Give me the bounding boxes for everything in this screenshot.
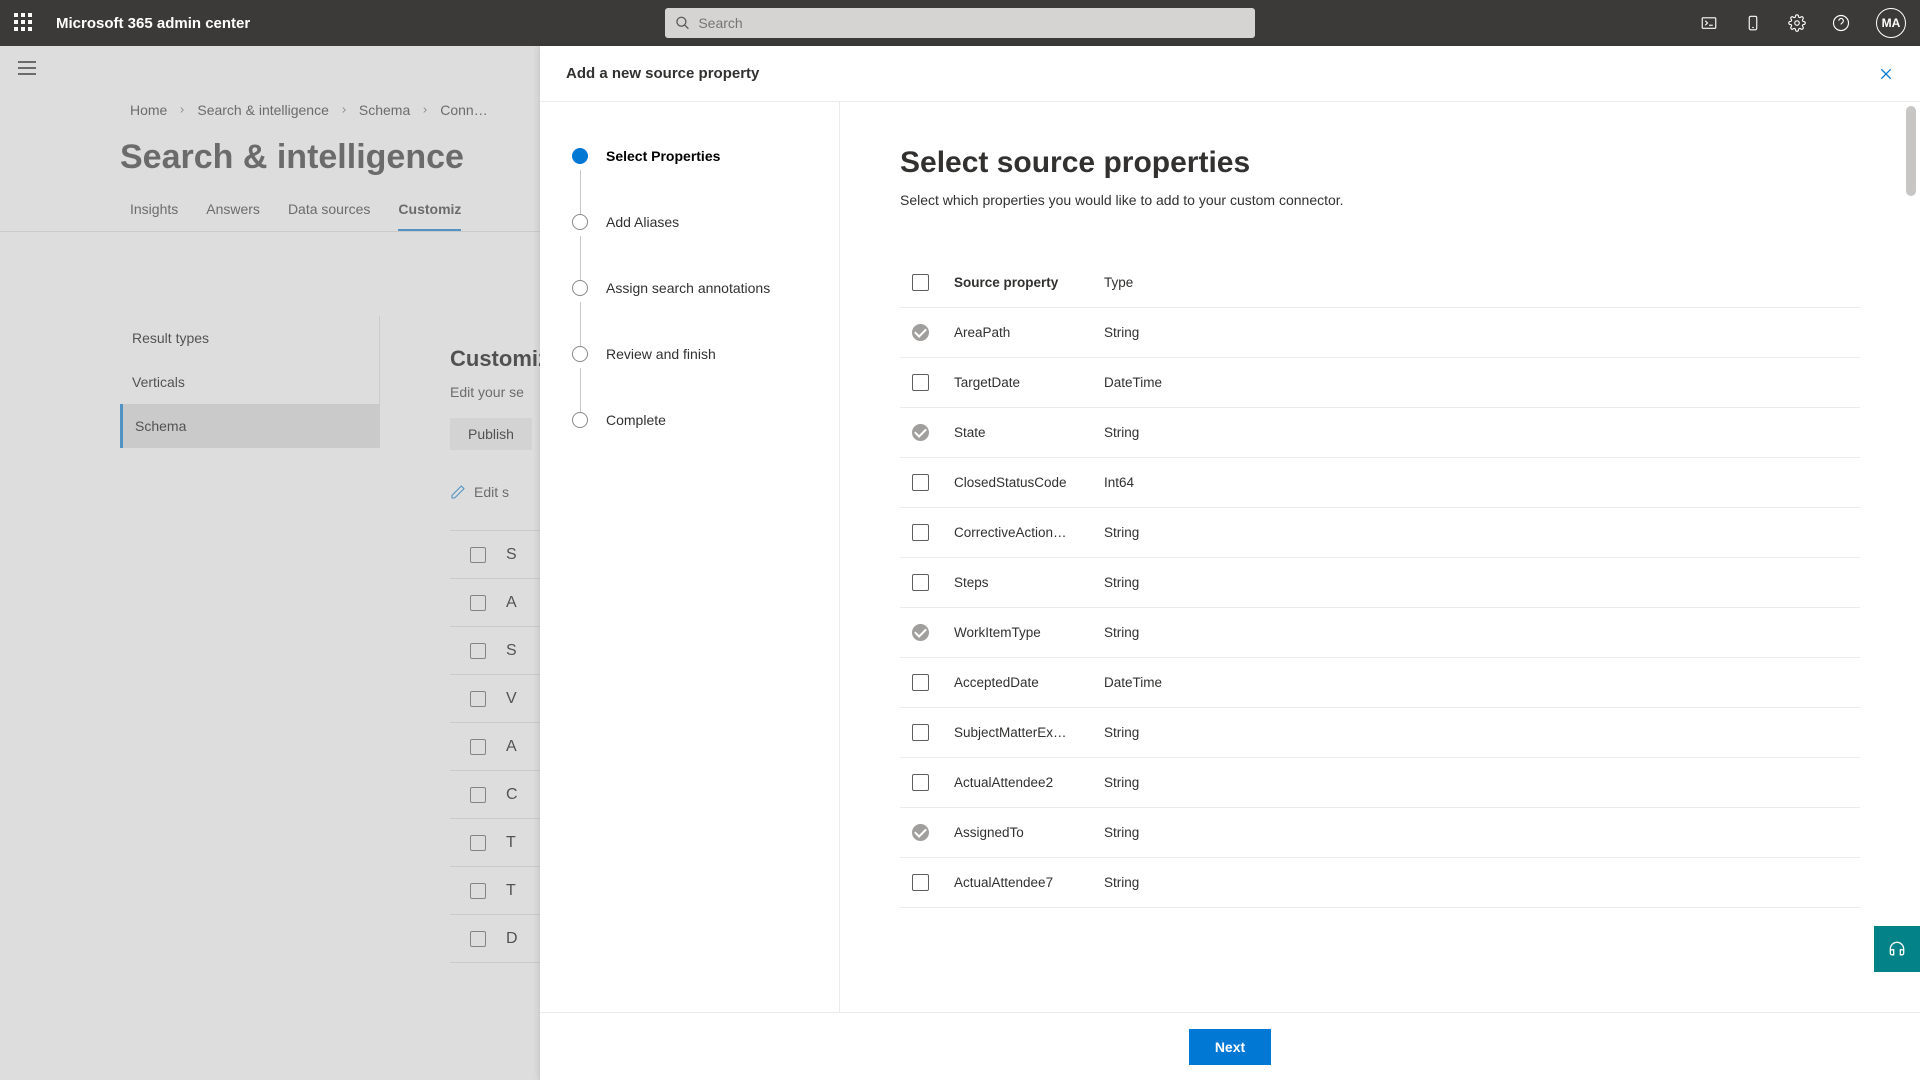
property-type: String [1104, 725, 1860, 740]
step[interactable]: Assign search annotations [572, 280, 807, 296]
table-row[interactable]: CorrectiveAction…String [900, 508, 1860, 558]
property-name: State [954, 425, 1104, 440]
app-title: Microsoft 365 admin center [56, 15, 250, 32]
step-label: Add Aliases [606, 214, 679, 230]
scrollbar[interactable] [1906, 106, 1916, 1012]
property-name: ActualAttendee2 [954, 775, 1104, 790]
step-label: Complete [606, 412, 666, 428]
row-checkbox[interactable] [912, 624, 929, 641]
property-type: String [1104, 825, 1860, 840]
row-checkbox[interactable] [912, 424, 929, 441]
property-name: CorrectiveAction… [954, 525, 1104, 540]
step-label: Assign search annotations [606, 280, 770, 296]
property-name: ActualAttendee7 [954, 875, 1104, 890]
gear-icon[interactable] [1788, 14, 1806, 32]
table-row[interactable]: ActualAttendee2String [900, 758, 1860, 808]
app-launcher-icon[interactable] [14, 13, 34, 33]
property-name: AssignedTo [954, 825, 1104, 840]
property-name: SubjectMatterEx… [954, 725, 1104, 740]
step-dot-icon [572, 214, 588, 230]
panel-main-title: Select source properties [900, 146, 1860, 180]
table-row[interactable]: AssignedToString [900, 808, 1860, 858]
next-button[interactable]: Next [1189, 1029, 1271, 1065]
panel-subtitle: Select which properties you would like t… [900, 192, 1860, 208]
table-row[interactable]: ActualAttendee7String [900, 858, 1860, 908]
step-label: Review and finish [606, 346, 716, 362]
help-icon[interactable] [1832, 14, 1850, 32]
search-icon [675, 15, 690, 31]
table-row[interactable]: AcceptedDateDateTime [900, 658, 1860, 708]
row-checkbox[interactable] [912, 774, 929, 791]
property-name: Steps [954, 575, 1104, 590]
property-type: String [1104, 525, 1860, 540]
close-icon[interactable] [1878, 66, 1894, 82]
property-type: Int64 [1104, 475, 1860, 490]
property-type: String [1104, 325, 1860, 340]
property-table: Source property Type AreaPathStringTarge… [900, 258, 1860, 908]
panel-title: Add a new source property [566, 65, 759, 82]
row-checkbox[interactable] [912, 524, 929, 541]
property-type: String [1104, 625, 1860, 640]
panel-main: Select source properties Select which pr… [840, 102, 1920, 1012]
stepper: Select Properties Add Aliases Assign searc… [540, 102, 840, 1012]
property-type: DateTime [1104, 375, 1860, 390]
property-type: String [1104, 425, 1860, 440]
row-checkbox[interactable] [912, 374, 929, 391]
step-dot-icon [572, 280, 588, 296]
property-type: String [1104, 875, 1860, 890]
property-name: WorkItemType [954, 625, 1104, 640]
step[interactable]: Add Aliases [572, 214, 807, 230]
property-name: AcceptedDate [954, 675, 1104, 690]
table-row[interactable]: WorkItemTypeString [900, 608, 1860, 658]
table-row[interactable]: AreaPathString [900, 308, 1860, 358]
table-row[interactable]: TargetDateDateTime [900, 358, 1860, 408]
row-checkbox[interactable] [912, 474, 929, 491]
avatar[interactable]: MA [1876, 8, 1906, 38]
search-input[interactable] [698, 15, 1245, 31]
table-row[interactable]: StateString [900, 408, 1860, 458]
table-header: Source property Type [900, 258, 1860, 308]
global-search[interactable] [665, 8, 1255, 38]
step[interactable]: Select Properties [572, 148, 807, 164]
property-name: AreaPath [954, 325, 1104, 340]
table-row[interactable]: ClosedStatusCodeInt64 [900, 458, 1860, 508]
property-type: String [1104, 775, 1860, 790]
row-checkbox[interactable] [912, 874, 929, 891]
mobile-icon[interactable] [1744, 14, 1762, 32]
table-row[interactable]: StepsString [900, 558, 1860, 608]
row-checkbox[interactable] [912, 674, 929, 691]
shell-icon[interactable] [1700, 14, 1718, 32]
row-checkbox[interactable] [912, 324, 929, 341]
row-checkbox[interactable] [912, 574, 929, 591]
top-bar: Microsoft 365 admin center MA [0, 0, 1920, 46]
property-type: DateTime [1104, 675, 1860, 690]
property-type: String [1104, 575, 1860, 590]
top-right-icons: MA [1700, 8, 1906, 38]
col-source-property: Source property [954, 275, 1104, 290]
step-dot-icon [572, 148, 588, 164]
step[interactable]: Complete [572, 412, 807, 428]
row-checkbox[interactable] [912, 724, 929, 741]
col-type: Type [1104, 275, 1860, 290]
property-name: TargetDate [954, 375, 1104, 390]
step[interactable]: Review and finish [572, 346, 807, 362]
row-checkbox[interactable] [912, 824, 929, 841]
feedback-badge[interactable] [1874, 926, 1920, 972]
add-property-panel: Add a new source property Select Propert… [540, 46, 1920, 1080]
headset-icon [1887, 939, 1907, 959]
step-dot-icon [572, 346, 588, 362]
step-dot-icon [572, 412, 588, 428]
table-row[interactable]: SubjectMatterEx…String [900, 708, 1860, 758]
property-name: ClosedStatusCode [954, 475, 1104, 490]
select-all-checkbox[interactable] [912, 274, 929, 291]
step-label: Select Properties [606, 148, 720, 164]
